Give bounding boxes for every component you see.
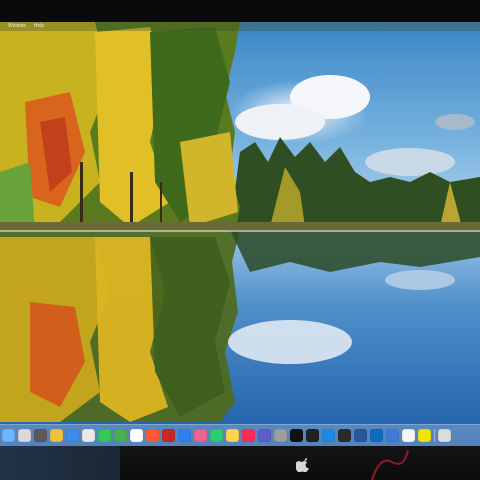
chatgpt-icon[interactable] xyxy=(290,429,303,442)
cable xyxy=(371,450,409,480)
finder-alt-icon[interactable] xyxy=(386,429,399,442)
finder-icon[interactable] xyxy=(2,429,15,442)
preview-icon[interactable] xyxy=(194,429,207,442)
menu-bar: Window Help xyxy=(0,22,480,31)
notes-icon[interactable] xyxy=(226,429,239,442)
apple-logo-icon xyxy=(296,458,310,472)
outlook-icon[interactable] xyxy=(370,429,383,442)
dock xyxy=(0,424,480,446)
calculator-icon[interactable] xyxy=(34,429,47,442)
dock-separator xyxy=(434,429,435,442)
messages-icon[interactable] xyxy=(98,429,111,442)
capcut-icon[interactable] xyxy=(306,429,319,442)
dictionary-icon[interactable] xyxy=(162,429,175,442)
desktop-wallpaper xyxy=(0,22,480,446)
teams-icon[interactable] xyxy=(258,429,271,442)
mail-icon[interactable] xyxy=(178,429,191,442)
trash-icon[interactable] xyxy=(438,429,451,442)
music-icon[interactable] xyxy=(242,429,255,442)
notion-icon[interactable] xyxy=(402,429,415,442)
screen: Window Help xyxy=(0,22,480,446)
chrome-icon[interactable] xyxy=(114,429,127,442)
menu-item-window[interactable]: Window xyxy=(8,22,26,31)
desk-object xyxy=(0,446,120,480)
monitor-bezel-top xyxy=(0,0,480,22)
stickies-icon[interactable] xyxy=(418,429,431,442)
terminal-icon[interactable] xyxy=(338,429,351,442)
menu-item-help[interactable]: Help xyxy=(34,22,44,31)
word-icon[interactable] xyxy=(354,429,367,442)
settings-icon[interactable] xyxy=(146,429,159,442)
camera-icon[interactable] xyxy=(82,429,95,442)
system-settings-icon[interactable] xyxy=(274,429,287,442)
xcode-icon[interactable] xyxy=(322,429,335,442)
facetime-icon[interactable] xyxy=(210,429,223,442)
calendar-icon[interactable] xyxy=(130,429,143,442)
photos-icon[interactable] xyxy=(50,429,63,442)
safari-icon[interactable] xyxy=(66,429,79,442)
launchpad-icon[interactable] xyxy=(18,429,31,442)
